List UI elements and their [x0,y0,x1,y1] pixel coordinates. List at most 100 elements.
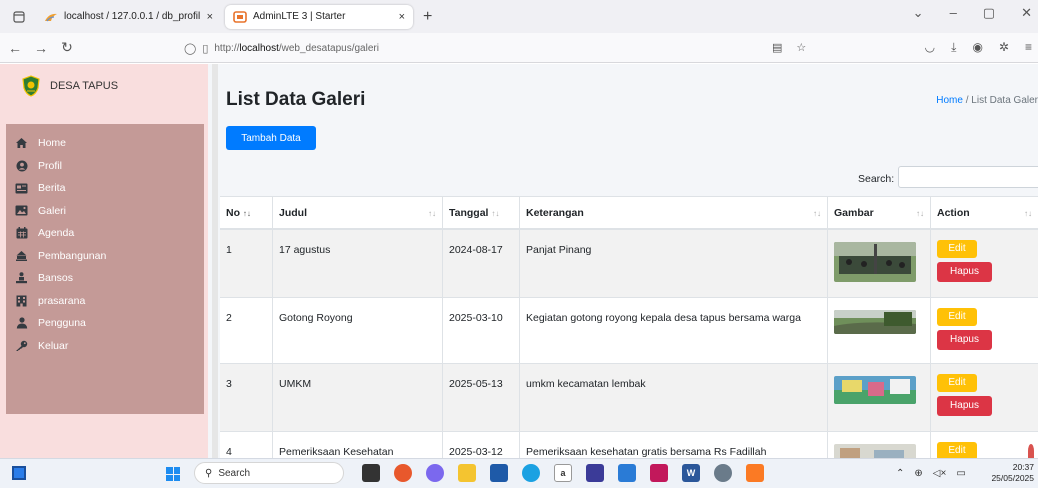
file-explorer-icon[interactable] [458,464,476,482]
sidebar-item-pengguna[interactable]: Pengguna [6,312,204,335]
firefox-icon[interactable] [394,464,412,482]
start-windows-icon[interactable] [166,467,180,481]
minimize-icon[interactable]: – [950,5,957,21]
browser-tab-adminlte[interactable]: AdminLTE 3 | Starter × [225,4,413,29]
widgets-icon[interactable] [12,466,26,480]
brand[interactable]: DESA TAPUS [0,64,208,108]
url-actions: ▤ ☆ [772,41,806,54]
sidebar-item-berita[interactable]: Berita [6,177,204,200]
sort-icon: ↑↓ [491,208,500,218]
sidebar-item-bansos[interactable]: Bansos [6,267,204,290]
new-tab-button[interactable]: + [423,8,432,26]
edit-button[interactable]: Edit [937,308,977,326]
sidebar-item-label: Pembangunan [38,249,107,262]
sort-icon: ↑↓ [916,208,924,218]
account-icon[interactable]: ◉ [972,40,982,55]
browser-tab-phpmyadmin[interactable]: localhost / 127.0.0.1 / db_profil × [36,5,221,29]
edit-button[interactable]: Edit [937,374,977,392]
word-icon[interactable]: W [682,464,700,482]
sidebar-item-galeri[interactable]: Galeri [6,200,204,223]
bookmark-star-icon[interactable]: ☆ [796,41,806,54]
clock-time: 20:37 [1012,462,1034,472]
sidebar-item-pembangunan[interactable]: Pembangunan [6,245,204,268]
column-header-judul[interactable]: Judul ↑↓ [272,197,442,229]
cell-tanggal: 2025-03-12 [442,432,519,458]
download-icon[interactable]: ⤓ [951,40,956,55]
url-host: localhost [239,42,279,54]
sidebar-item-agenda[interactable]: Agenda [6,222,204,245]
sort-icon: ↑↓ [1024,208,1032,218]
table-row: 1 17 agustus 2024-08-17 Panjat Pinang Ed… [220,230,1038,298]
sidebar-item-profil[interactable]: Profil [6,155,204,178]
menu-icon[interactable]: ≡ [1025,40,1032,55]
edit-button[interactable]: Edit [937,442,977,458]
forward-arrow-icon[interactable]: → [30,40,52,56]
village-emblem-logo [22,75,40,97]
battery-icon[interactable]: ▭ [956,468,965,479]
vscode-icon[interactable] [618,464,636,482]
sidebar-item-label: Profil [38,159,62,172]
amazon-icon[interactable]: a [554,464,572,482]
sidebar-item-label: prasarana [38,294,86,307]
tab-overflow-chevron-icon[interactable]: ⌄ [913,5,924,21]
table-row: 4 Pemeriksaan Kesehatan 2025-03-12 Pemer… [220,432,1038,458]
column-header-gambar[interactable]: Gambar ↑↓ [827,197,930,229]
network-globe-icon[interactable]: ⊕ [914,468,922,479]
sidebar-item-label: Berita [38,182,66,195]
settings-gear-icon[interactable] [714,464,732,482]
window-controls: ⌄ – ▢ ✕ [913,5,1032,21]
task-view-icon[interactable] [362,464,380,482]
pocket-icon[interactable]: ◡ [925,40,935,55]
copilot-icon[interactable] [426,464,444,482]
reload-icon[interactable]: ↻ [56,39,78,56]
cell-gambar [827,298,930,363]
gallery-image[interactable] [834,444,916,458]
clock[interactable]: 20:37 25/05/2025 [991,462,1034,484]
edge-icon[interactable] [522,464,540,482]
home-icon [15,137,28,149]
breadcrumb-home-link[interactable]: Home [936,95,963,106]
browser-tab-bar: localhost / 127.0.0.1 / db_profil × Admi… [0,0,1038,33]
edit-button[interactable]: Edit [937,240,977,258]
gallery-image[interactable] [834,242,916,282]
app-icon[interactable] [586,464,604,482]
table-row: 3 UMKM 2025-05-13 umkm kecamatan lembak … [220,364,1038,432]
key-icon [15,340,28,352]
gallery-image[interactable] [834,376,916,404]
url-bar[interactable]: ◯ ▯ http://localhost/web_desatapus/galer… [184,36,808,60]
sidebar-item-home[interactable]: Home [6,132,204,155]
search-input[interactable] [898,166,1038,188]
store-icon[interactable] [490,464,508,482]
back-arrow-icon[interactable]: ← [4,40,26,56]
delete-button[interactable]: Hapus [937,396,992,416]
taskbar-search-box[interactable]: ⚲ Search [194,462,344,484]
cell-no: 3 [226,378,232,390]
cell-keterangan: Kegiatan gotong royong kepala desa tapus… [519,298,827,363]
phpmyadmin-favicon-icon [45,13,57,21]
system-tray: ⌃ ⊕ ◁× ▭ [896,468,966,479]
gallery-image[interactable] [834,310,916,334]
sidebar-item-keluar[interactable]: Keluar [6,335,204,358]
close-tab-icon[interactable]: × [399,11,405,23]
close-window-icon[interactable]: ✕ [1021,5,1032,21]
chevron-up-icon[interactable]: ⌃ [896,468,904,479]
delete-button[interactable]: Hapus [937,330,992,350]
sidebar-scrollbar[interactable] [212,64,218,458]
close-tab-icon[interactable]: × [207,11,213,23]
column-header-no[interactable]: No ↑↓ [220,197,272,229]
tab-list-icon[interactable] [6,6,32,28]
extensions-icon[interactable]: ✲ [999,40,1009,55]
sidebar-item-label: Bansos [38,272,74,285]
add-data-button[interactable]: Tambah Data [226,126,316,150]
volume-icon[interactable]: ◁× [933,468,947,479]
cell-no: 4 [226,446,232,458]
column-header-action[interactable]: Action ↑↓ [930,197,1038,229]
app-icon[interactable] [650,464,668,482]
xampp-icon[interactable] [746,464,764,482]
column-header-keterangan[interactable]: Keterangan ↑↓ [519,197,827,229]
sidebar-item-prasarana[interactable]: prasarana [6,290,204,313]
reader-view-icon[interactable]: ▤ [772,41,782,54]
restore-icon[interactable]: ▢ [983,5,995,21]
column-header-tanggal[interactable]: Tanggal ↑↓ [442,197,519,229]
delete-button[interactable]: Hapus [937,262,992,282]
